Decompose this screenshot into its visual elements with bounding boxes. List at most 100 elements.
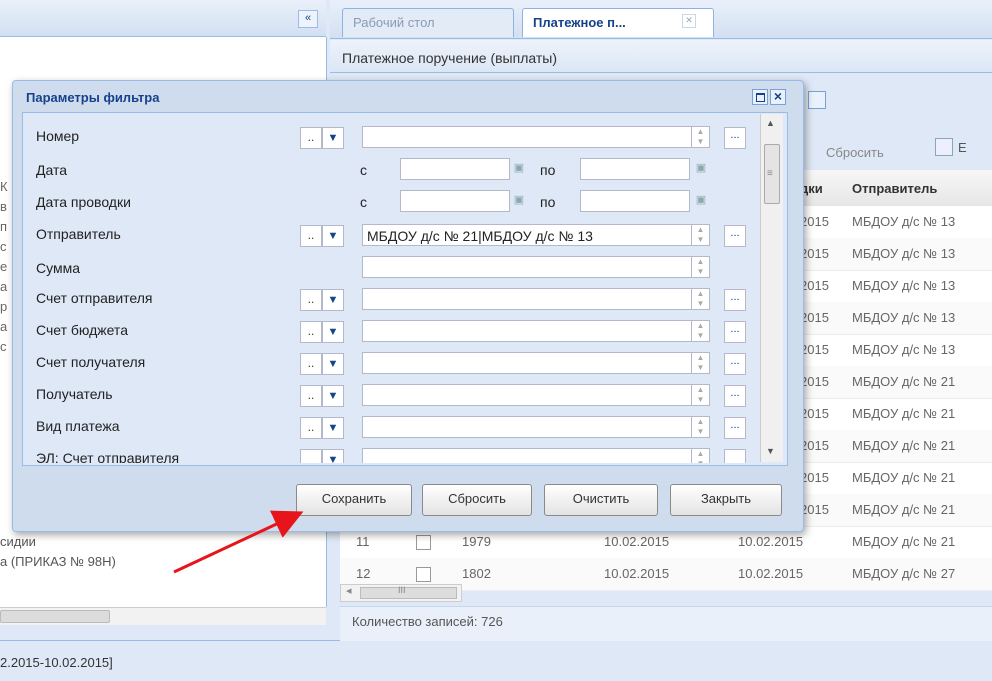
operator-select[interactable]: .. — [300, 289, 322, 311]
ellipsis-button[interactable]: ... — [724, 289, 746, 311]
calendar-icon[interactable]: ▣ — [692, 190, 710, 210]
operator-select[interactable] — [300, 449, 322, 463]
spinner-icon[interactable]: ▲▼ — [692, 352, 710, 374]
operator-select[interactable]: .. — [300, 417, 322, 439]
scrollbar-thumb[interactable] — [0, 610, 110, 623]
table-row[interactable]: 2015 МБДОУ д/с № 21 — [800, 430, 992, 463]
ellipsis-button[interactable]: ... — [724, 127, 746, 149]
chevron-down-icon[interactable]: ▼ — [322, 417, 344, 439]
operator-select[interactable]: .. — [300, 353, 322, 375]
posting-date-to-field[interactable] — [580, 190, 690, 212]
clear-button[interactable]: Очистить — [544, 484, 658, 516]
spinner-icon[interactable]: ▲▼ — [692, 448, 710, 463]
spinner-icon[interactable]: ▲▼ — [692, 384, 710, 406]
table-row[interactable]: 2015 МБДОУ д/с № 13 — [800, 302, 992, 335]
chevron-down-icon[interactable]: ▼ — [322, 127, 344, 149]
operator-select[interactable]: .. — [300, 385, 322, 407]
el-sender-account-field[interactable] — [362, 448, 692, 463]
tree-item[interactable]: а — [0, 279, 10, 294]
tree-item[interactable]: с — [0, 239, 10, 254]
cell-id: 1802 — [462, 566, 491, 581]
recipient-field[interactable] — [362, 384, 692, 406]
spinner-icon[interactable]: ▲▼ — [692, 416, 710, 438]
status-bar — [0, 640, 992, 681]
tab-desktop[interactable]: Рабочий стол — [342, 8, 514, 37]
tree-item[interactable]: в — [0, 199, 10, 214]
sender-account-field[interactable] — [362, 288, 692, 310]
row-checkbox[interactable] — [416, 567, 431, 582]
tree-item-label[interactable]: сидии — [0, 534, 36, 549]
chevron-down-icon[interactable]: ▼ — [322, 321, 344, 343]
reset-filter-button[interactable]: Сбросить — [826, 145, 884, 160]
list-icon[interactable] — [935, 138, 953, 156]
close-icon[interactable]: × — [770, 89, 786, 105]
tree-item[interactable]: К — [0, 179, 10, 194]
posting-date-from-field[interactable] — [400, 190, 510, 212]
maximize-icon[interactable] — [752, 89, 768, 105]
calendar-icon[interactable]: ▣ — [510, 158, 528, 178]
close-button[interactable]: Закрыть — [670, 484, 782, 516]
chevron-down-icon[interactable]: ▼ — [322, 225, 344, 247]
spinner-icon[interactable]: ▲▼ — [692, 256, 710, 278]
amount-field[interactable] — [362, 256, 692, 278]
cell-date: 2015 — [800, 502, 829, 517]
tree-item-label[interactable]: а (ПРИКАЗ № 98Н) — [0, 554, 116, 569]
field-label-number: Номер — [36, 128, 80, 144]
sender-field[interactable]: МБДОУ д/с № 21|МБДОУ д/с № 13 — [362, 224, 692, 246]
table-row[interactable]: 2015 МБДОУ д/с № 21 — [800, 462, 992, 495]
column-header-sender[interactable]: Отправитель — [852, 181, 937, 196]
scrollbar-thumb[interactable] — [360, 587, 457, 599]
table-icon[interactable] — [808, 91, 826, 109]
scroll-left-icon[interactable]: ◂ — [346, 584, 352, 597]
tree-item[interactable]: а — [0, 319, 10, 334]
spinner-icon[interactable]: ▲▼ — [692, 126, 710, 148]
ellipsis-button[interactable]: ... — [724, 385, 746, 407]
tree-item[interactable]: е — [0, 259, 10, 274]
table-row[interactable]: 2015 МБДОУ д/с № 21 — [800, 494, 992, 527]
chevron-down-icon[interactable]: ▼ — [322, 353, 344, 375]
tree-item[interactable]: с — [0, 339, 10, 354]
recipient-account-field[interactable] — [362, 352, 692, 374]
ellipsis-button[interactable]: ... — [724, 417, 746, 439]
ellipsis-button[interactable]: ... — [724, 353, 746, 375]
tree-item[interactable]: р — [0, 299, 10, 314]
toolbar-label[interactable]: Е — [958, 140, 967, 155]
chevron-down-icon[interactable]: ▼ — [322, 289, 344, 311]
calendar-icon[interactable]: ▣ — [692, 158, 710, 178]
budget-account-field[interactable] — [362, 320, 692, 342]
ellipsis-button[interactable]: ... — [724, 225, 746, 247]
chevron-down-icon[interactable]: ▼ — [322, 449, 344, 463]
date-to-field[interactable] — [580, 158, 690, 180]
calendar-icon[interactable]: ▣ — [510, 190, 528, 210]
cell-date: 2015 — [800, 406, 829, 421]
reset-button[interactable]: Сбросить — [422, 484, 532, 516]
spinner-icon[interactable]: ▲▼ — [692, 224, 710, 246]
operator-select[interactable]: .. — [300, 225, 322, 247]
number-field[interactable] — [362, 126, 692, 148]
navigation-panel-header — [0, 0, 326, 37]
table-row[interactable]: 2015 МБДОУ д/с № 21 — [800, 398, 992, 431]
tree-item[interactable]: п — [0, 219, 10, 234]
chevron-down-icon[interactable]: ▼ — [322, 385, 344, 407]
payment-type-field[interactable] — [362, 416, 692, 438]
spinner-icon[interactable]: ▲▼ — [692, 288, 710, 310]
scroll-up-icon[interactable]: ▲ — [766, 118, 775, 128]
table-row[interactable]: 2015 МБДОУ д/с № 13 — [800, 206, 992, 239]
table-row[interactable]: 2015 МБДОУ д/с № 21 — [800, 366, 992, 399]
save-button[interactable]: Сохранить — [296, 484, 412, 516]
operator-select[interactable]: .. — [300, 321, 322, 343]
operator-select[interactable]: .. — [300, 127, 322, 149]
period-text: 2.2015-10.02.2015] — [0, 655, 113, 670]
table-row[interactable]: 2015 МБДОУ д/с № 13 — [800, 334, 992, 367]
date-from-field[interactable] — [400, 158, 510, 180]
table-row[interactable]: 2015 МБДОУ д/с № 13 — [800, 238, 992, 271]
close-icon[interactable]: ✕ — [682, 14, 696, 28]
ellipsis-button[interactable]: ... — [724, 321, 746, 343]
ellipsis-button[interactable] — [724, 449, 746, 463]
spinner-icon[interactable]: ▲▼ — [692, 320, 710, 342]
row-checkbox[interactable] — [416, 535, 431, 550]
field-label-recipient: Получатель — [36, 386, 113, 402]
table-row[interactable]: 2015 МБДОУ д/с № 13 — [800, 270, 992, 303]
scroll-down-icon[interactable]: ▼ — [766, 446, 775, 456]
collapse-panel-button[interactable]: « — [298, 10, 318, 28]
